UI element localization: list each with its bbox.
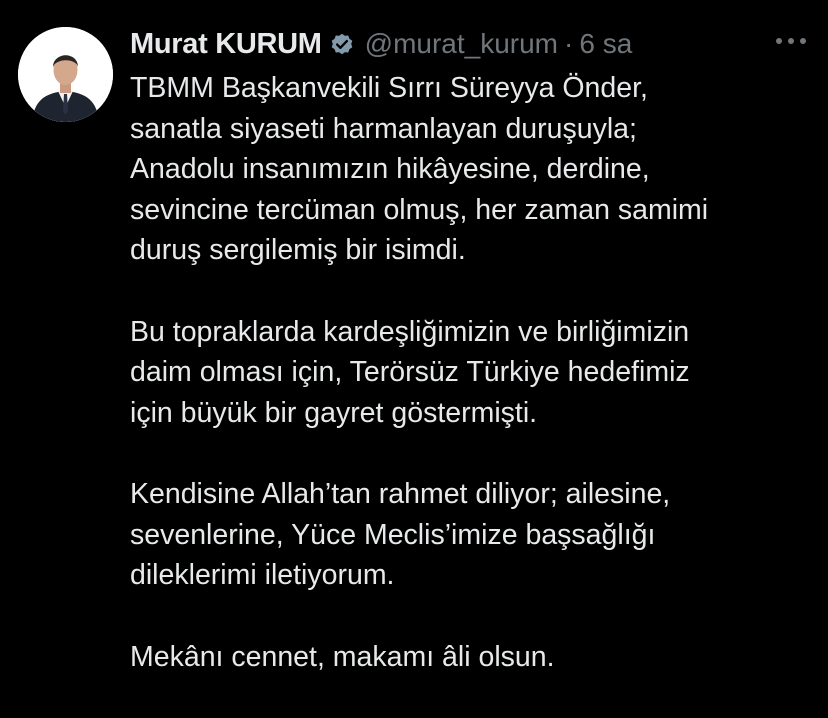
more-options-icon[interactable] [776, 31, 806, 51]
avatar-photo [18, 27, 113, 122]
text-line: TBMM Başkanvekili Sırrı Süreyya Önder, [130, 72, 648, 104]
text-line: duruş sergilemiş bir isimdi. [130, 234, 466, 266]
avatar[interactable] [18, 27, 113, 122]
verified-badge-icon[interactable] [329, 31, 355, 57]
tweet-text: TBMM Başkanvekili Sırrı Süreyya Önder, s… [130, 68, 810, 718]
tweet-header: Murat KURUM @murat_kurum · 6 sa [130, 26, 632, 62]
tweet-paragraph: Kendisine Allah’tan rahmet diliyor; aile… [130, 474, 810, 596]
tweet-paragraph: Bu topraklarda kardeşliğimizin ve birliğ… [130, 312, 810, 434]
user-handle[interactable]: @murat_kurum [365, 28, 558, 60]
text-line: sevincine tercüman olmuş, her zaman sami… [130, 193, 709, 226]
text-line: dileklerimi iletiyorum. [130, 559, 395, 591]
more-dot [776, 38, 782, 44]
text-line: sanatla siyaseti harmanlayan duruşuyla; [130, 112, 637, 145]
text-line: Bu topraklarda kardeşliğimizin ve birliğ… [130, 315, 690, 348]
text-line: için büyük bir gayret göstermişti. [130, 396, 538, 429]
text-line: daim olması için, Terörsüz Türkiye hedef… [130, 356, 690, 388]
tweet: Murat KURUM @murat_kurum · 6 sa TBMM Baş… [0, 0, 828, 701]
text-line: Anadolu insanımızın hikâyesine, derdine, [130, 153, 650, 185]
text-line: sevenlerine, Yüce Meclis’imize başsağlığ… [130, 518, 656, 551]
text-line: Kendisine Allah’tan rahmet diliyor; aile… [130, 478, 671, 510]
tweet-paragraph: TBMM Başkanvekili Sırrı Süreyya Önder, s… [130, 68, 810, 271]
separator-dot: · [564, 28, 574, 59]
tweet-paragraph: Mekânı cennet, makamı âli olsun. [130, 637, 810, 678]
text-line: Mekânı cennet, makamı âli olsun. [130, 640, 555, 673]
timestamp[interactable]: 6 sa [579, 28, 632, 60]
display-name[interactable]: Murat KURUM [130, 28, 322, 61]
more-dot [800, 38, 806, 44]
more-dot [788, 38, 794, 44]
